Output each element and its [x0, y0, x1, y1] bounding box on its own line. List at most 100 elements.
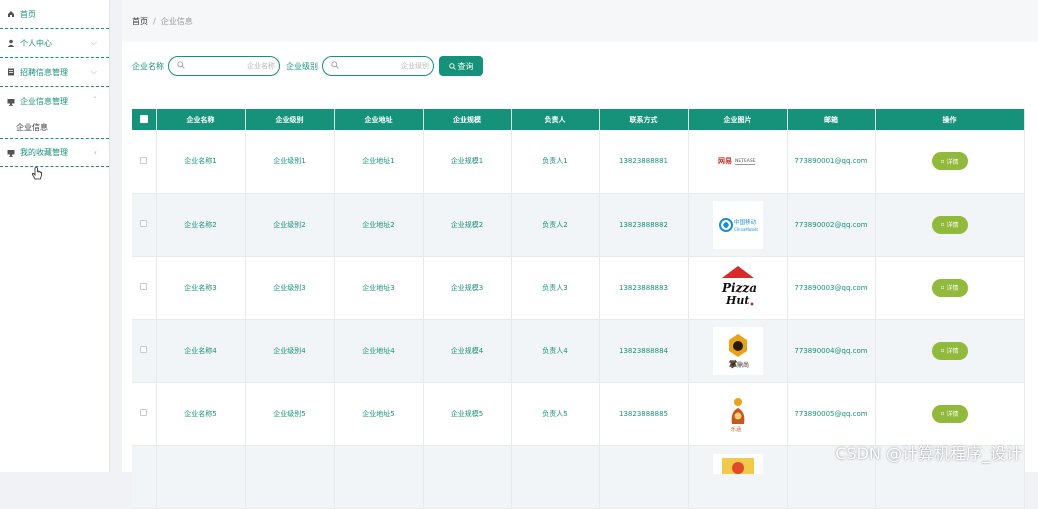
- home-icon: [7, 10, 15, 18]
- sidebar-item-personal-center[interactable]: 个人中心 ⌵: [0, 29, 109, 58]
- cell-phone: 13823888882: [599, 193, 689, 257]
- svg-text:中国移动: 中国移动: [734, 218, 757, 226]
- watermark: CSDN @计算机程序_设计: [835, 444, 1022, 463]
- sidebar-item-recruitment[interactable]: 招聘信息管理 ⌵: [0, 58, 109, 87]
- svg-text:乐涵: 乐涵: [731, 426, 741, 433]
- cell-company-name: 企业名称4: [156, 319, 246, 383]
- table-row: 企业名称3 企业级别3 企业地址3 企业规模3 负责人3 13823888883…: [132, 256, 1025, 320]
- cell-company-image: [688, 445, 788, 509]
- cell-company-image: 乐涵: [688, 382, 788, 446]
- detail-icon: ▫: [940, 221, 945, 228]
- cell-email: 773890004@qq.com: [787, 319, 876, 383]
- cell-company-address: 企业地址5: [334, 382, 424, 446]
- company-name-field[interactable]: [168, 56, 280, 76]
- cell-owner: 负责人1: [511, 130, 600, 194]
- detail-icon: ▫: [940, 157, 945, 165]
- sidebar-item-label: 企业信息管理: [20, 97, 68, 106]
- cell-empty: [423, 445, 512, 509]
- column-header: 企业图片: [688, 109, 788, 130]
- cell-actions: ▫ 详情: [875, 319, 1025, 383]
- sidebar-subitem-company-info[interactable]: 企业信息: [0, 116, 109, 138]
- column-header: 企业级别: [245, 109, 335, 130]
- row-checkbox[interactable]: [132, 130, 157, 194]
- column-header: 企业名称: [156, 109, 246, 130]
- cell-owner: 负责人5: [511, 382, 600, 446]
- cell-company-level: 企业级别1: [245, 130, 335, 194]
- company-logo-image: 乐涵: [712, 389, 763, 438]
- cell-company-address: 企业地址4: [334, 319, 424, 383]
- svg-text:NETEASE: NETEASE: [735, 158, 756, 164]
- company-level-input[interactable]: [339, 62, 429, 70]
- detail-button[interactable]: ▫ 详情: [931, 341, 968, 360]
- company-level-field[interactable]: [322, 56, 434, 76]
- cell-actions: ▫ 详情: [875, 193, 1025, 257]
- cell-actions: ▫ 详情: [875, 382, 1025, 446]
- chevron-left-icon: ‹: [93, 148, 97, 157]
- row-checkbox[interactable]: [132, 256, 157, 320]
- cell-company-name: 企业名称5: [156, 382, 246, 446]
- company-logo-image: [712, 453, 763, 474]
- chevron-up-icon: ˆ: [93, 96, 97, 105]
- table-row: 企业名称4 企业级别4 企业地址4 企业规模4 负责人4 13823888884…: [132, 319, 1025, 383]
- breadcrumb-home[interactable]: 首页: [132, 16, 148, 27]
- detail-button[interactable]: ▫ 详情: [931, 404, 968, 423]
- sidebar-item-favorites[interactable]: 我的收藏管理 ‹: [0, 138, 109, 167]
- cell-company-address: 企业地址2: [334, 193, 424, 257]
- column-header: 操作: [875, 109, 1025, 130]
- cell-empty: [334, 445, 424, 509]
- row-checkbox[interactable]: [132, 193, 157, 257]
- sidebar-item-company-info[interactable]: 企业信息管理 ˆ: [0, 87, 109, 116]
- select-all-checkbox[interactable]: [132, 109, 157, 130]
- company-logo-image: 掌鼎尚: [712, 326, 763, 375]
- breadcrumb-current: 企业信息: [160, 16, 193, 26]
- cell-actions: ▫ 详情: [875, 256, 1025, 320]
- search-icon: [448, 62, 456, 70]
- svg-text:Hut: Hut: [725, 294, 749, 307]
- cell-company-name: 企业名称2: [156, 193, 246, 257]
- sidebar-item-home[interactable]: 首页: [0, 0, 109, 29]
- company-logo-image: 网易 NETEASE: [712, 137, 763, 186]
- company-name-label: 企业名称: [132, 61, 164, 71]
- row-checkbox[interactable]: [132, 382, 157, 446]
- detail-button[interactable]: ▫ 详情: [931, 215, 968, 234]
- cell-email: 773890005@qq.com: [787, 382, 876, 446]
- search-icon: [177, 61, 185, 71]
- cell-company-image: 中国移动 ChinaMobile: [688, 193, 788, 257]
- query-button[interactable]: 查询: [439, 56, 483, 76]
- company-logo-image: Pizza Hut: [712, 263, 763, 311]
- sidebar-item-label: 首页: [20, 9, 36, 19]
- cell-empty: [511, 445, 600, 509]
- cell-company-scale: 企业规模1: [423, 130, 512, 194]
- cell-empty: [245, 445, 335, 509]
- monitor-icon: [7, 149, 15, 157]
- svg-text:网易: 网易: [718, 156, 732, 165]
- row-checkbox[interactable]: [132, 319, 157, 383]
- cell-company-image: 网易 NETEASE: [688, 130, 788, 194]
- cell-email: 773890001@qq.com: [787, 130, 876, 194]
- svg-text:ChinaMobile: ChinaMobile: [734, 227, 758, 232]
- sidebar: 首页 个人中心 ⌵ 招聘信息管理 ⌵ 企业信息管理 ˆ 企业信息 我的收藏管理 …: [0, 0, 110, 472]
- svg-text:掌: 掌: [729, 359, 737, 369]
- table-row: 企业名称2 企业级别2 企业地址2 企业规模2 负责人2 13823888882…: [132, 193, 1025, 257]
- column-header: 企业地址: [334, 109, 424, 130]
- svg-text:Pizza: Pizza: [721, 281, 757, 295]
- cell-company-level: 企业级别4: [245, 319, 335, 383]
- main-content: 首页 / 企业信息 企业名称 企业级别 查询: [122, 0, 1038, 509]
- table-row: 企业名称1 企业级别1 企业地址1 企业规模1 负责人1 13823888881…: [132, 130, 1025, 194]
- detail-icon: ▫: [940, 410, 945, 417]
- sidebar-item-label: 个人中心: [20, 38, 52, 48]
- cell-email: 773890002@qq.com: [787, 193, 876, 257]
- detail-icon: ▫: [940, 347, 945, 354]
- detail-button[interactable]: ▫ 详情: [931, 152, 968, 171]
- detail-button-label: 详情: [946, 411, 959, 418]
- cell-company-image: Pizza Hut: [688, 256, 788, 320]
- row-checkbox[interactable]: [132, 445, 157, 509]
- detail-button[interactable]: ▫ 详情: [931, 278, 968, 297]
- cell-company-level: 企业级别5: [245, 382, 335, 446]
- cell-empty: [599, 445, 689, 509]
- column-header: 负责人: [511, 109, 600, 130]
- cell-company-name: 企业名称1: [156, 130, 246, 194]
- company-name-input[interactable]: [185, 62, 275, 70]
- cell-phone: 13823888883: [599, 256, 689, 320]
- cell-phone: 13823888885: [599, 382, 689, 446]
